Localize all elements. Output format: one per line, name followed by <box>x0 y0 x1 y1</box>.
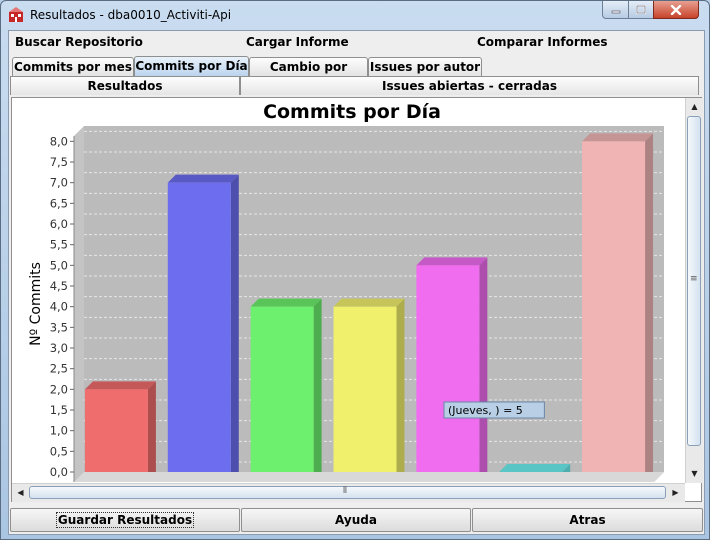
bar <box>84 389 148 472</box>
y-tick-label: 4,5 <box>50 279 68 293</box>
bar-top <box>499 464 571 472</box>
horizontal-scrollbar[interactable]: ◀ ⦀ ▶ <box>12 483 685 502</box>
tab-issues-abiertas-cerradas[interactable]: Issues abiertas - cerradas <box>240 76 699 95</box>
scroll-left-arrow-icon[interactable]: ◀ <box>13 485 28 500</box>
bar <box>167 182 231 472</box>
tab-row-primary: Commits por mes Commits por Día Cambio p… <box>9 56 704 92</box>
bar-side <box>645 133 654 473</box>
help-button[interactable]: Ayuda <box>241 508 471 532</box>
maximize-icon <box>636 5 646 14</box>
bar <box>333 306 397 472</box>
window-content: Buscar Repositorio Cargar Informe Compar… <box>8 30 705 535</box>
bottom-button-bar: Guardar Resultados Ayuda Atras <box>9 507 704 533</box>
y-tick-label: 5,5 <box>50 238 68 252</box>
y-axis-label: Nº Commits <box>28 262 44 346</box>
java-app-icon <box>9 7 23 22</box>
vertical-scrollbar[interactable]: ▲ ≡ ▼ <box>685 98 703 483</box>
y-tick-label: 7,5 <box>50 155 68 169</box>
y-tick-label: 8,0 <box>50 134 68 148</box>
bar-side <box>147 381 156 472</box>
grip-icon: ≡ <box>690 274 698 284</box>
y-tick-label: 3,5 <box>50 320 68 334</box>
save-results-label: Guardar Resultados <box>55 512 195 528</box>
scroll-down-arrow-icon[interactable]: ▼ <box>687 466 702 481</box>
y-tick-label: 6,0 <box>50 217 68 231</box>
y-tick-label: 3,0 <box>50 341 68 355</box>
save-results-button[interactable]: Guardar Resultados <box>10 508 240 532</box>
back-button[interactable]: Atras <box>472 508 703 532</box>
bar-top <box>582 133 654 142</box>
y-tick-label: 0,0 <box>50 465 68 479</box>
bar-side <box>313 298 322 472</box>
menu-buscar-repositorio[interactable]: Buscar Repositorio <box>15 35 143 49</box>
menu-comparar-informes[interactable]: Comparar Informes <box>477 35 608 49</box>
scroll-right-arrow-icon[interactable]: ▶ <box>668 485 683 500</box>
chart-title: Commits por Día <box>263 101 441 123</box>
minimize-icon <box>611 10 620 13</box>
bar <box>416 265 480 472</box>
title-bar[interactable]: Resultados - dba0010_Activiti-Api <box>1 1 709 29</box>
tab-commits-por-dia[interactable]: Commits por Día <box>134 56 249 76</box>
bar-top <box>333 298 405 307</box>
bar-top <box>84 381 156 390</box>
y-tick-label: 1,5 <box>50 403 68 417</box>
menu-bar: Buscar Repositorio Cargar Informe Compar… <box>9 31 704 53</box>
tab-issues-por-autor[interactable]: Issues por autor <box>368 57 482 76</box>
y-tick-label: 7,0 <box>50 176 68 190</box>
bar-side <box>230 174 239 472</box>
chart-tooltip-text: (Jueves, ) = 5 <box>448 404 523 417</box>
application-window: Resultados - dba0010_Activiti-Api Buscar… <box>0 0 710 540</box>
bar-top <box>167 174 239 183</box>
tab-commits-por-mes[interactable]: Commits por mes <box>12 57 134 76</box>
horizontal-scroll-thumb[interactable]: ⦀ <box>29 486 666 499</box>
vertical-scroll-thumb[interactable]: ≡ <box>687 116 701 446</box>
bar <box>582 141 646 473</box>
y-tick-label: 1,0 <box>50 424 68 438</box>
tab-resultados[interactable]: Resultados <box>10 76 240 95</box>
window-title: Resultados - dba0010_Activiti-Api <box>30 8 232 22</box>
grip-icon: ⦀ <box>343 486 347 496</box>
close-icon <box>670 4 682 15</box>
bar-side <box>396 298 405 472</box>
y-tick-label: 4,0 <box>50 300 68 314</box>
bar <box>250 306 314 472</box>
scroll-up-arrow-icon[interactable]: ▲ <box>687 99 702 114</box>
tab-cambio-por-autor[interactable]: Cambio por autor <box>249 57 368 92</box>
maximize-button[interactable] <box>628 1 654 19</box>
y-tick-label: 5,0 <box>50 258 68 272</box>
minimize-button[interactable] <box>602 1 629 19</box>
y-tick-label: 0,5 <box>50 444 68 458</box>
tab-row-secondary: Resultados Issues abiertas - cerradas <box>9 76 704 96</box>
y-tick-label: 6,5 <box>50 196 68 210</box>
bar-side <box>479 257 488 472</box>
menu-cargar-informe[interactable]: Cargar Informe <box>246 35 349 49</box>
plot-floor <box>74 472 664 482</box>
close-button[interactable] <box>653 1 699 19</box>
bar-top <box>416 257 488 266</box>
bar-chart: Commits por Día 0,0 0,5 1,0 1,5 2,0 2,5 3,0 3,5 4… <box>28 101 664 482</box>
chart-panel: Commits por Día 0,0 0,5 1,0 1,5 2,0 2,5 3,0 3,5 4… <box>11 97 703 502</box>
y-tick-label: 2,0 <box>50 382 68 396</box>
y-tick-label: 2,5 <box>50 362 68 376</box>
bar-top <box>250 298 322 307</box>
